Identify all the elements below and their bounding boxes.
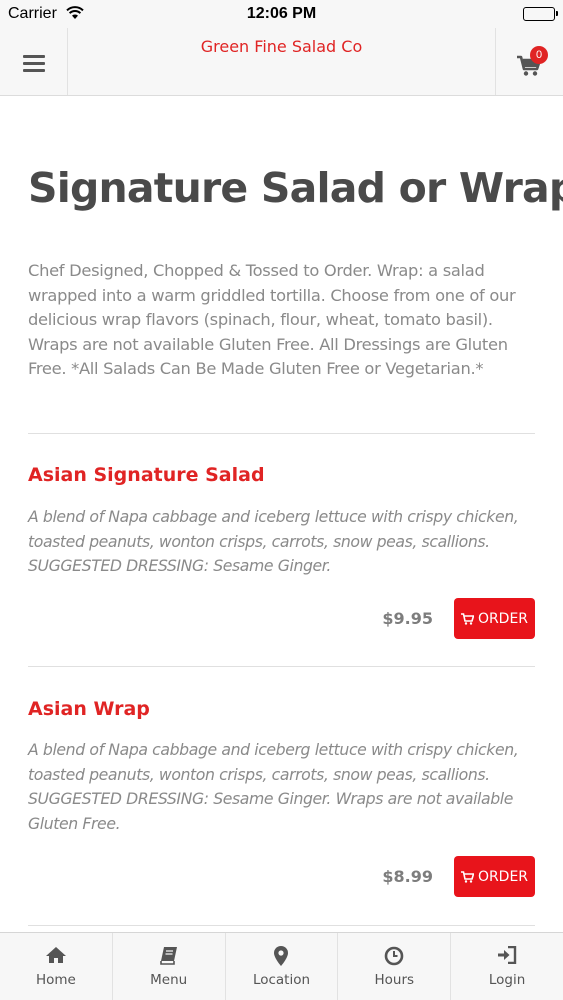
item-name[interactable]: Asian Signature Salad — [28, 464, 265, 486]
hamburger-menu-button[interactable] — [0, 28, 68, 95]
clock-time: 12:06 PM — [246, 5, 317, 22]
cart-icon — [460, 612, 474, 625]
tab-label: Menu — [150, 972, 188, 988]
restaurant-name: Green Fine Salad Co — [200, 37, 363, 56]
divider — [28, 925, 535, 926]
app-header: Green Fine Salad Co 0 — [0, 28, 563, 96]
item-price: $9.95 — [382, 609, 433, 628]
category-description: Chef Designed, Chopped & Tossed to Order… — [28, 261, 516, 378]
book-icon — [113, 946, 225, 965]
tab-hours[interactable]: Hours — [338, 933, 452, 1000]
clock-icon — [338, 946, 450, 966]
item-price: $8.99 — [382, 867, 433, 886]
cart-icon — [460, 870, 474, 883]
map-pin-icon — [226, 946, 338, 966]
tab-label: Hours — [374, 972, 415, 988]
order-button[interactable]: ORDER — [454, 856, 535, 897]
tab-label: Home — [35, 972, 76, 988]
tab-login[interactable]: Login — [451, 933, 563, 1000]
order-label: ORDER — [477, 610, 529, 627]
bottom-tab-bar: Home Menu Location Hours Login — [0, 932, 563, 1000]
tab-location[interactable]: Location — [226, 933, 339, 1000]
home-icon — [0, 946, 112, 964]
item-description: A blend of Napa cabbage and iceberg lett… — [28, 740, 519, 833]
tab-label: Location — [252, 972, 311, 988]
tab-home[interactable]: Home — [0, 933, 113, 1000]
status-bar: Carrier 12:06 PM — [0, 0, 563, 28]
item-name[interactable]: Asian Wrap — [28, 698, 150, 720]
order-button[interactable]: ORDER — [454, 598, 535, 639]
page-title: Signature Salad or Wrap — [28, 164, 563, 212]
tab-menu[interactable]: Menu — [113, 933, 226, 1000]
divider — [28, 433, 535, 434]
cart-count-badge: 0 — [530, 46, 548, 64]
divider — [28, 666, 535, 667]
login-icon — [451, 946, 563, 964]
tab-label: Login — [488, 972, 526, 988]
order-label: ORDER — [477, 868, 529, 885]
cart-button[interactable]: 0 — [495, 28, 563, 95]
item-description: A blend of Napa cabbage and iceberg lett… — [28, 507, 519, 575]
battery-icon — [523, 7, 558, 21]
